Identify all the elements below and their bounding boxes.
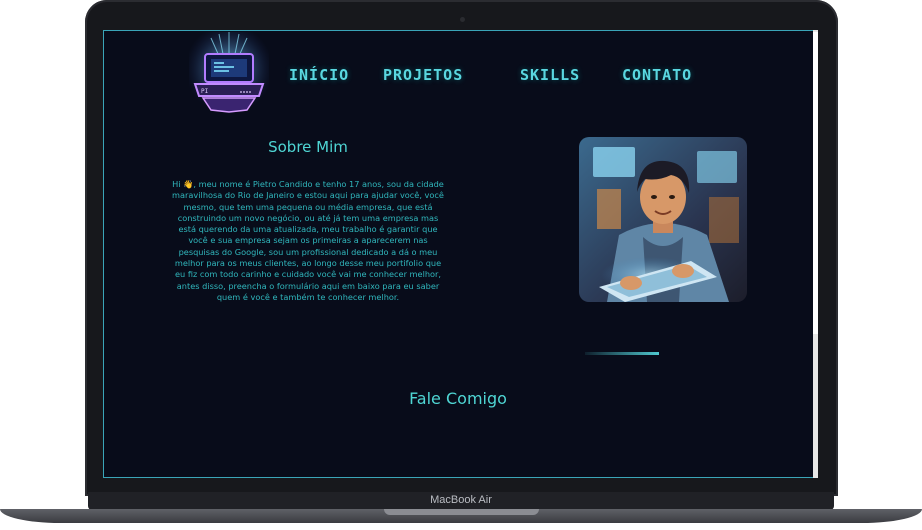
site-logo[interactable]: PI [189,32,269,114]
scrollbar-thumb[interactable] [813,32,818,334]
nav-item-inicio[interactable]: INÍCIO [289,66,349,84]
page-scrollbar[interactable] [813,30,818,478]
about-title: Sobre Mim [268,138,348,156]
browser-viewport: PI INÍCIO PROJETOS SKILLS CONTATO Sobre … [103,30,818,478]
section-divider [585,352,659,355]
nav-item-projetos[interactable]: PROJETOS [383,66,463,84]
logo-text: PI [201,88,209,95]
developer-avatar-illustration [579,137,747,302]
nav-item-contato[interactable]: CONTATO [622,66,692,84]
about-paragraph: Hi 👋, meu nome é Pietro Candido e tenho … [172,179,444,302]
nav-item-skills[interactable]: SKILLS [520,66,580,84]
laptop-base: MacBook Air [0,492,922,530]
device-label: MacBook Air [430,494,492,506]
camera-icon [460,17,465,22]
laptop-notch [384,509,539,515]
laptop-logo-icon: PI [189,32,269,114]
contact-title: Fale Comigo [409,389,507,408]
